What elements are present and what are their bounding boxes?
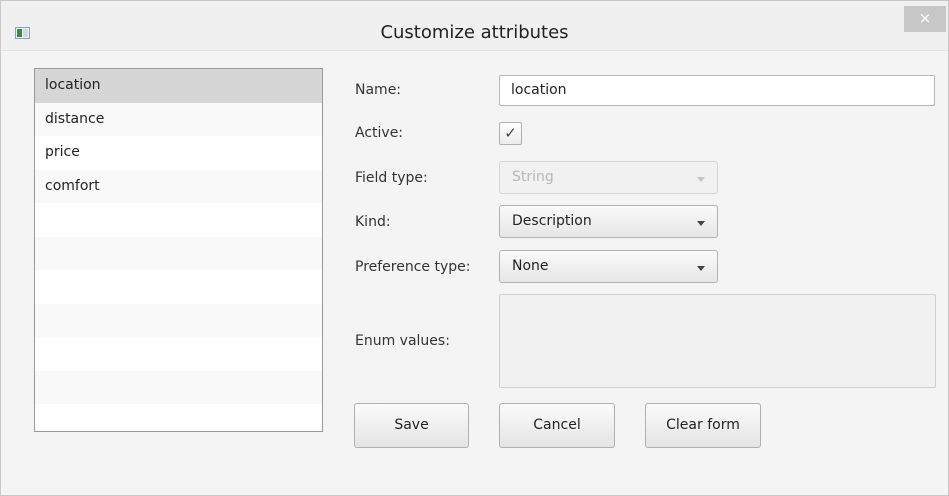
list-item-empty[interactable] <box>35 370 322 404</box>
field-type-value: String <box>512 169 554 185</box>
enum-values-textarea[interactable] <box>499 294 936 388</box>
close-button[interactable]: × <box>904 6 946 32</box>
active-checkbox[interactable]: ✓ <box>499 122 522 145</box>
list-item-comfort[interactable]: comfort <box>35 169 322 203</box>
chevron-down-icon <box>697 221 705 226</box>
cancel-button[interactable]: Cancel <box>499 403 615 448</box>
list-item-empty[interactable] <box>35 203 322 237</box>
attribute-list[interactable]: location distance price comfort <box>34 68 323 432</box>
field-type-label: Field type: <box>355 170 428 186</box>
checkmark-icon: ✓ <box>504 124 517 142</box>
window-title: Customize attributes <box>380 22 569 43</box>
chevron-down-icon <box>697 266 705 271</box>
list-item-empty[interactable] <box>35 404 322 431</box>
list-item-empty[interactable] <box>35 303 322 337</box>
kind-label: Kind: <box>355 214 391 230</box>
list-item-empty[interactable] <box>35 236 322 270</box>
name-label: Name: <box>355 82 402 98</box>
kind-dropdown[interactable]: Description <box>499 205 718 238</box>
save-button[interactable]: Save <box>354 403 469 448</box>
name-field[interactable]: location <box>499 75 935 106</box>
field-type-dropdown: String <box>499 161 718 194</box>
enum-values-label: Enum values: <box>355 333 450 349</box>
kind-value: Description <box>512 213 592 229</box>
dialog-window: Customize attributes × location distance… <box>0 0 949 496</box>
title-bar[interactable]: Customize attributes × <box>1 1 948 51</box>
clear-form-button[interactable]: Clear form <box>645 403 761 448</box>
preference-type-dropdown[interactable]: None <box>499 250 718 283</box>
preference-type-value: None <box>512 258 549 274</box>
list-item-empty[interactable] <box>35 270 322 304</box>
preference-type-label: Preference type: <box>355 259 471 275</box>
chevron-down-icon <box>697 177 705 182</box>
list-item-location[interactable]: location <box>35 69 322 103</box>
list-item-distance[interactable]: distance <box>35 102 322 136</box>
list-item-price[interactable]: price <box>35 136 322 170</box>
active-label: Active: <box>355 125 404 141</box>
list-item-empty[interactable] <box>35 337 322 371</box>
